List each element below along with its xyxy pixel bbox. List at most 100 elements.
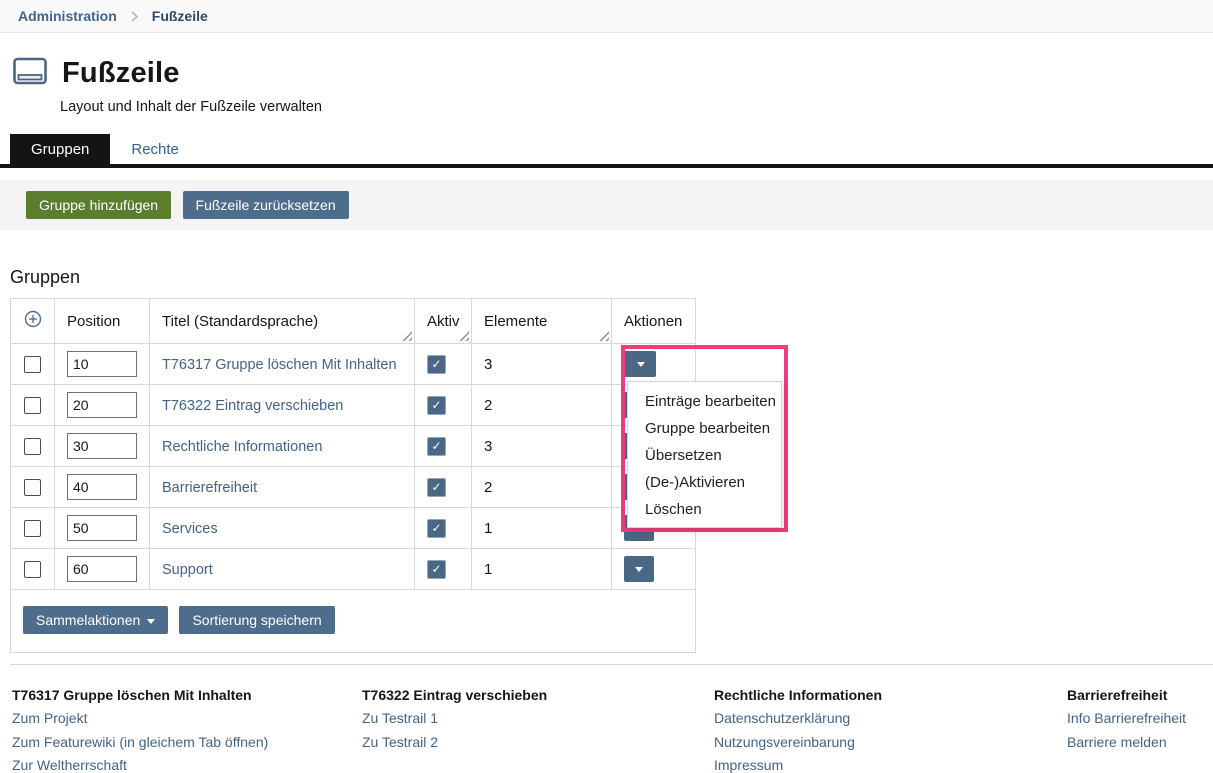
elements-count: 2 [484, 479, 492, 496]
active-checkbox[interactable]: ✓ [427, 355, 446, 374]
page-title: Fußzeile [62, 57, 180, 90]
elements-count: 3 [484, 356, 492, 373]
toolbar: Gruppe hinzufügen Fußzeile zurücksetzen [0, 180, 1213, 230]
active-checkbox[interactable]: ✓ [427, 560, 446, 579]
page-subtitle: Layout und Inhalt der Fußzeile verwalten [60, 99, 1213, 115]
save-sorting-button[interactable]: Sortierung speichern [179, 606, 334, 634]
column-resize-handle[interactable] [402, 331, 412, 341]
row-select-checkbox[interactable] [24, 356, 41, 373]
footer-link[interactable]: Barriere melden [1067, 731, 1201, 755]
footer-group-title: T76317 Gruppe löschen Mit Inhalten [12, 687, 362, 703]
bulk-actions-button[interactable]: Sammelaktionen [23, 606, 168, 634]
footer-link[interactable]: Datenschutzerklärung [714, 707, 1067, 731]
footer-group: T76322 Eintrag verschieben Zu Testrail 1… [362, 681, 714, 773]
column-header-active: Aktiv [415, 299, 472, 344]
position-input[interactable] [67, 351, 137, 377]
table-row: Services ✓ 1 [11, 508, 696, 549]
page-header: Fußzeile Layout und Inhalt der Fußzeile … [0, 33, 1213, 115]
row-actions-dropdown-button[interactable] [624, 556, 654, 582]
breadcrumb-link-administration[interactable]: Administration [18, 8, 117, 24]
table-row: Rechtliche Informationen ✓ 3 [11, 426, 696, 467]
position-input[interactable] [67, 433, 137, 459]
caret-down-icon [147, 619, 155, 624]
tab-rechte[interactable]: Rechte [110, 134, 200, 164]
menu-item[interactable]: Übersetzen [628, 442, 781, 469]
table-footer-row: Sammelaktionen Sortierung speichern [11, 590, 696, 653]
menu-item[interactable]: Gruppe bearbeiten [628, 415, 781, 442]
footer-link[interactable]: Zum Featurewiki (in gleichem Tab öffnen) [12, 731, 362, 755]
footer-layout-icon [13, 57, 47, 90]
row-actions-dropdown-button-open[interactable] [626, 351, 656, 377]
group-title-link[interactable]: Rechtliche Informationen [162, 439, 322, 455]
active-checkbox[interactable]: ✓ [427, 478, 446, 497]
active-checkbox[interactable]: ✓ [427, 519, 446, 538]
chevron-right-icon [129, 11, 140, 22]
table-row: Support ✓ 1 [11, 549, 696, 590]
row-select-checkbox[interactable] [24, 520, 41, 537]
column-header-elements: Elemente [472, 299, 612, 344]
footer-group-links: Zu Testrail 1Zu Testrail 2 [362, 707, 714, 754]
row-select-checkbox[interactable] [24, 438, 41, 455]
menu-item[interactable]: (De-)Aktivieren [628, 469, 781, 496]
column-header-title: Titel (Standardsprache) [150, 299, 415, 344]
footer-group-title: Rechtliche Informationen [714, 687, 1067, 703]
footer-link[interactable]: Nutzungsvereinbarung [714, 731, 1067, 755]
position-input[interactable] [67, 474, 137, 500]
footer-link[interactable]: Zur Weltherrschaft [12, 754, 362, 773]
groups-table: Position Titel (Standardsprache) Aktiv E… [10, 298, 696, 653]
position-input[interactable] [67, 392, 137, 418]
column-resize-handle[interactable] [459, 331, 469, 341]
elements-count: 2 [484, 397, 492, 414]
menu-item[interactable]: Einträge bearbeiten [628, 388, 781, 415]
breadcrumb-current: Fußzeile [152, 8, 208, 24]
footer-group: Barrierefreiheit Info BarrierefreiheitBa… [1067, 681, 1201, 773]
caret-down-icon [635, 567, 643, 572]
position-input[interactable] [67, 556, 137, 582]
main-content: Gruppen [0, 267, 1213, 665]
footer-group-links: DatenschutzerklärungNutzungsvereinbarung… [714, 707, 1067, 773]
table-row: Barrierefreiheit ✓ 2 [11, 467, 696, 508]
reset-footer-button[interactable]: Fußzeile zurücksetzen [183, 191, 349, 219]
menu-item[interactable]: Löschen [628, 496, 781, 523]
column-resize-handle[interactable] [599, 331, 609, 341]
footer-group: T76317 Gruppe löschen Mit Inhalten Zum P… [12, 681, 362, 773]
group-title-link[interactable]: T76317 Gruppe löschen Mit Inhalten [162, 357, 397, 373]
footer-link[interactable]: Zum Projekt [12, 707, 362, 731]
footer-link[interactable]: Impressum [714, 754, 1067, 773]
active-checkbox[interactable]: ✓ [427, 396, 446, 415]
row-select-checkbox[interactable] [24, 561, 41, 578]
highlighted-element-marker: Einträge bearbeitenGruppe bearbeitenÜber… [621, 345, 788, 532]
row-select-checkbox[interactable] [24, 479, 41, 496]
group-title-link[interactable]: Barrierefreiheit [162, 480, 257, 496]
elements-count: 1 [484, 561, 492, 578]
footer-group-title: T76322 Eintrag verschieben [362, 687, 714, 703]
caret-down-icon [637, 362, 645, 367]
group-title-link[interactable]: T76322 Eintrag verschieben [162, 398, 343, 414]
add-group-button[interactable]: Gruppe hinzufügen [26, 191, 171, 219]
footer-preview: T76317 Gruppe löschen Mit Inhalten Zum P… [0, 665, 1213, 773]
table-row: T76322 Eintrag verschieben ✓ 2 [11, 385, 696, 426]
group-title-link[interactable]: Support [162, 562, 213, 578]
footer-group: Rechtliche Informationen Datenschutzerkl… [714, 681, 1067, 773]
breadcrumb: Administration Fußzeile [0, 0, 1213, 33]
active-checkbox[interactable]: ✓ [427, 437, 446, 456]
column-header-actions: Aktionen [612, 299, 696, 344]
column-header-position: Position [55, 299, 150, 344]
tab-bar: Gruppen Rechte [0, 134, 1213, 168]
row-actions-menu: Einträge bearbeitenGruppe bearbeitenÜber… [627, 381, 782, 528]
footer-link[interactable]: Zu Testrail 2 [362, 731, 714, 755]
tab-gruppen[interactable]: Gruppen [10, 134, 110, 164]
footer-group-title: Barrierefreiheit [1067, 687, 1201, 703]
group-title-link[interactable]: Services [162, 521, 218, 537]
footer-link[interactable]: Info Barrierefreiheit [1067, 707, 1201, 731]
footer-group-links: Info BarrierefreiheitBarriere melden [1067, 707, 1201, 754]
elements-count: 1 [484, 520, 492, 537]
add-circle-icon[interactable] [24, 310, 42, 332]
elements-count: 3 [484, 438, 492, 455]
groups-table-wrap: Position Titel (Standardsprache) Aktiv E… [10, 298, 695, 653]
row-select-checkbox[interactable] [24, 397, 41, 414]
position-input[interactable] [67, 515, 137, 541]
footer-group-links: Zum ProjektZum Featurewiki (in gleichem … [12, 707, 362, 773]
groups-section-title: Gruppen [10, 267, 1213, 288]
footer-link[interactable]: Zu Testrail 1 [362, 707, 714, 731]
